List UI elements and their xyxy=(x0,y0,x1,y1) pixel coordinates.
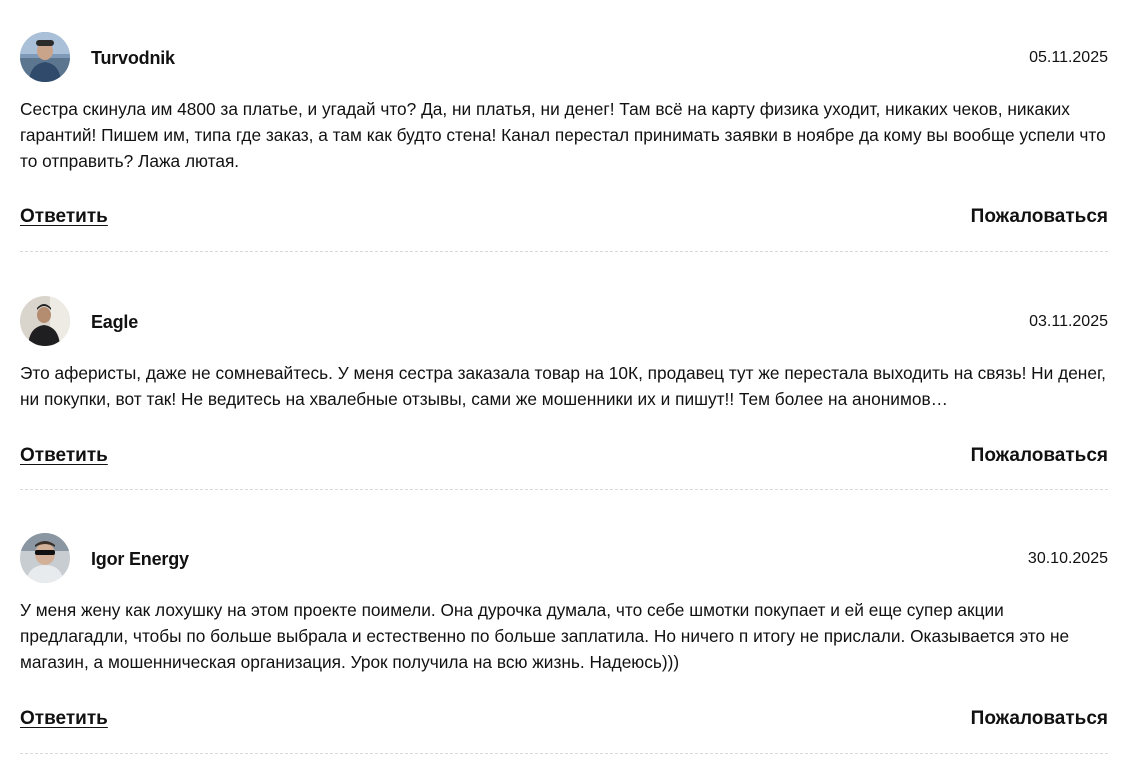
username: Igor Energy xyxy=(91,549,189,569)
report-link[interactable]: Пожаловаться xyxy=(971,206,1108,228)
comment-date: 30.10.2025 xyxy=(1027,550,1108,567)
comment-header: Eagle 03.11.2025 xyxy=(20,296,1108,348)
comment-divider xyxy=(20,753,1108,754)
reply-link[interactable]: Ответить xyxy=(20,445,108,467)
comment-date: 03.11.2025 xyxy=(1029,313,1108,330)
comment-actions: Ответить Пожаловаться xyxy=(20,445,1108,475)
avatar[interactable] xyxy=(20,533,70,583)
comment-divider xyxy=(20,489,1108,490)
reply-link[interactable]: Ответить xyxy=(20,206,108,228)
comment-text: Сестра скинула им 4800 за платье, и угад… xyxy=(20,99,1106,171)
report-link[interactable]: Пожаловаться xyxy=(971,708,1108,730)
avatar[interactable] xyxy=(20,296,70,346)
comment-header: Turvodnik 05.11.2025 xyxy=(20,32,1108,84)
comment-actions: Ответить Пожаловаться xyxy=(20,206,1108,236)
avatar[interactable] xyxy=(20,32,70,82)
comment-actions: Ответить Пожаловаться xyxy=(20,708,1108,738)
reply-link[interactable]: Ответить xyxy=(20,708,108,730)
comment-date: 05.11.2025 xyxy=(1029,49,1108,66)
comment-divider xyxy=(20,251,1108,252)
username: Turvodnik xyxy=(91,48,175,68)
username: Eagle xyxy=(91,312,139,332)
comment-text: У меня жену как лохушку на этом проекте … xyxy=(20,600,1070,672)
comment-text: Это аферисты, даже не сомневайтесь. У ме… xyxy=(20,363,1106,409)
comment-header: Igor Energy 30.10.2025 xyxy=(20,533,1108,585)
report-link[interactable]: Пожаловаться xyxy=(971,445,1108,467)
